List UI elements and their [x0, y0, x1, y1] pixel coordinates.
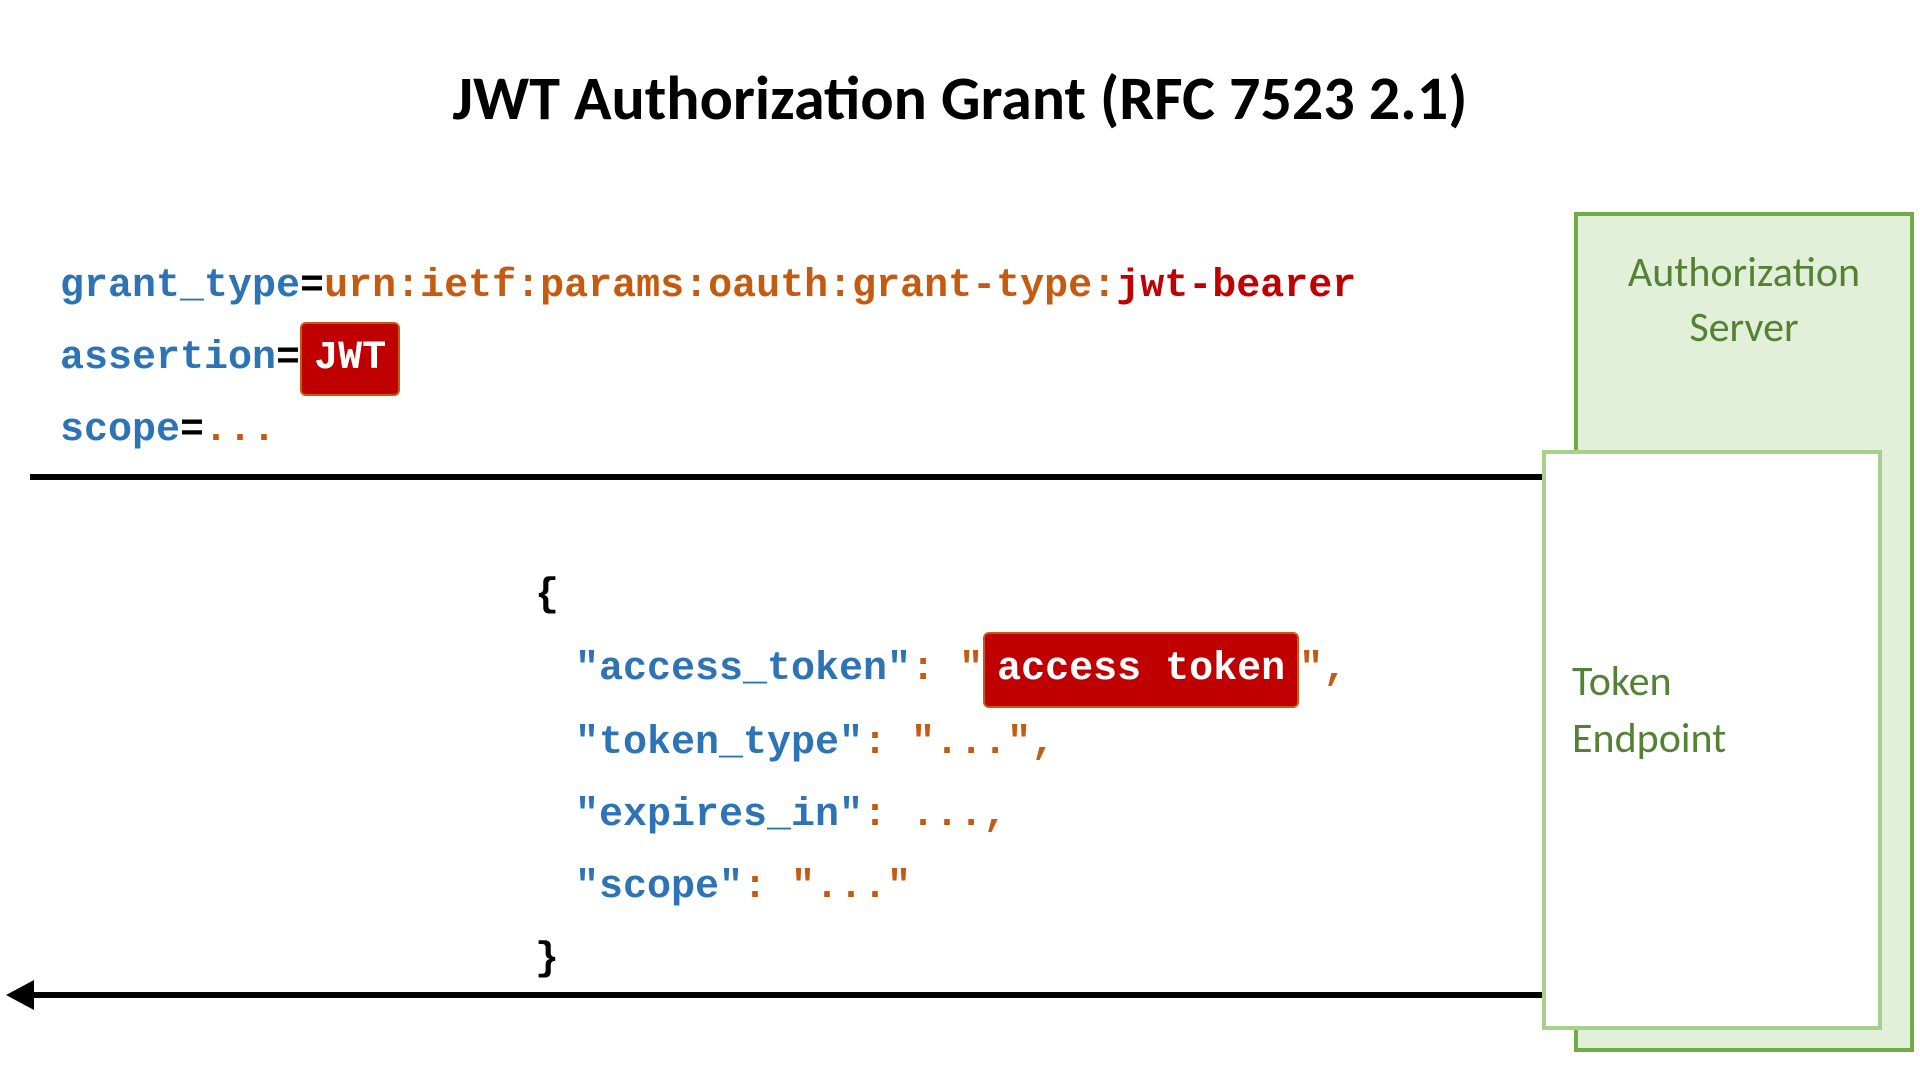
- token-endpoint-label: Token Endpoint: [1572, 654, 1726, 767]
- response-scope-val: : "...": [743, 865, 911, 910]
- grant-type-urn: urn:ietf:params:oauth:grant-type:: [324, 264, 1116, 309]
- response-scope-key: "scope": [575, 865, 743, 910]
- grant-type-key: grant_type: [60, 264, 300, 309]
- open-brace: {: [535, 560, 1347, 632]
- request-params: grant_type=urn:ietf:params:oauth:grant-t…: [60, 252, 1356, 466]
- assertion-line: assertion=JWT: [60, 322, 1356, 396]
- token-endpoint-box: Token Endpoint: [1542, 450, 1882, 1030]
- response-arrow: [30, 992, 1560, 998]
- grant-type-jwt-bearer: jwt-bearer: [1116, 264, 1356, 309]
- assertion-key: assertion: [60, 336, 276, 381]
- equals-sign: =: [300, 264, 324, 309]
- access-token-badge: access token: [983, 632, 1299, 708]
- jwt-badge: JWT: [300, 322, 400, 396]
- scope-line: scope=...: [60, 396, 1356, 466]
- expires-in-val: : ...,: [863, 793, 1007, 838]
- token-type-line: "token_type": "...",: [535, 708, 1347, 780]
- expires-in-key: "expires_in": [575, 793, 863, 838]
- scope-value: ...: [204, 408, 276, 453]
- auth-server-l1: Authorization: [1628, 247, 1860, 298]
- token-endpoint-l1: Token: [1572, 656, 1672, 707]
- expires-in-line: "expires_in": ...,: [535, 780, 1347, 852]
- colon-quote: : ": [911, 647, 983, 692]
- grant-type-line: grant_type=urn:ietf:params:oauth:grant-t…: [60, 252, 1356, 322]
- access-token-line: "access_token": "access token",: [535, 632, 1347, 708]
- end-quote-comma: ",: [1299, 647, 1347, 692]
- close-brace: }: [535, 924, 1347, 996]
- token-type-val: : "...",: [863, 721, 1055, 766]
- scope-key: scope: [60, 408, 180, 453]
- authorization-server-label: Authorization Server: [1578, 246, 1910, 355]
- equals-sign: =: [180, 408, 204, 453]
- diagram-title: JWT Authorization Grant (RFC 7523 2.1): [0, 60, 1920, 136]
- token-type-key: "token_type": [575, 721, 863, 766]
- token-endpoint-l2: Endpoint: [1572, 713, 1726, 764]
- response-json: { "access_token": "access token", "token…: [535, 560, 1347, 996]
- access-token-key: "access_token": [575, 647, 911, 692]
- response-scope-line: "scope": "...": [535, 852, 1347, 924]
- equals-sign: =: [276, 336, 300, 381]
- auth-server-l2: Server: [1689, 302, 1798, 353]
- request-arrow: [30, 474, 1560, 480]
